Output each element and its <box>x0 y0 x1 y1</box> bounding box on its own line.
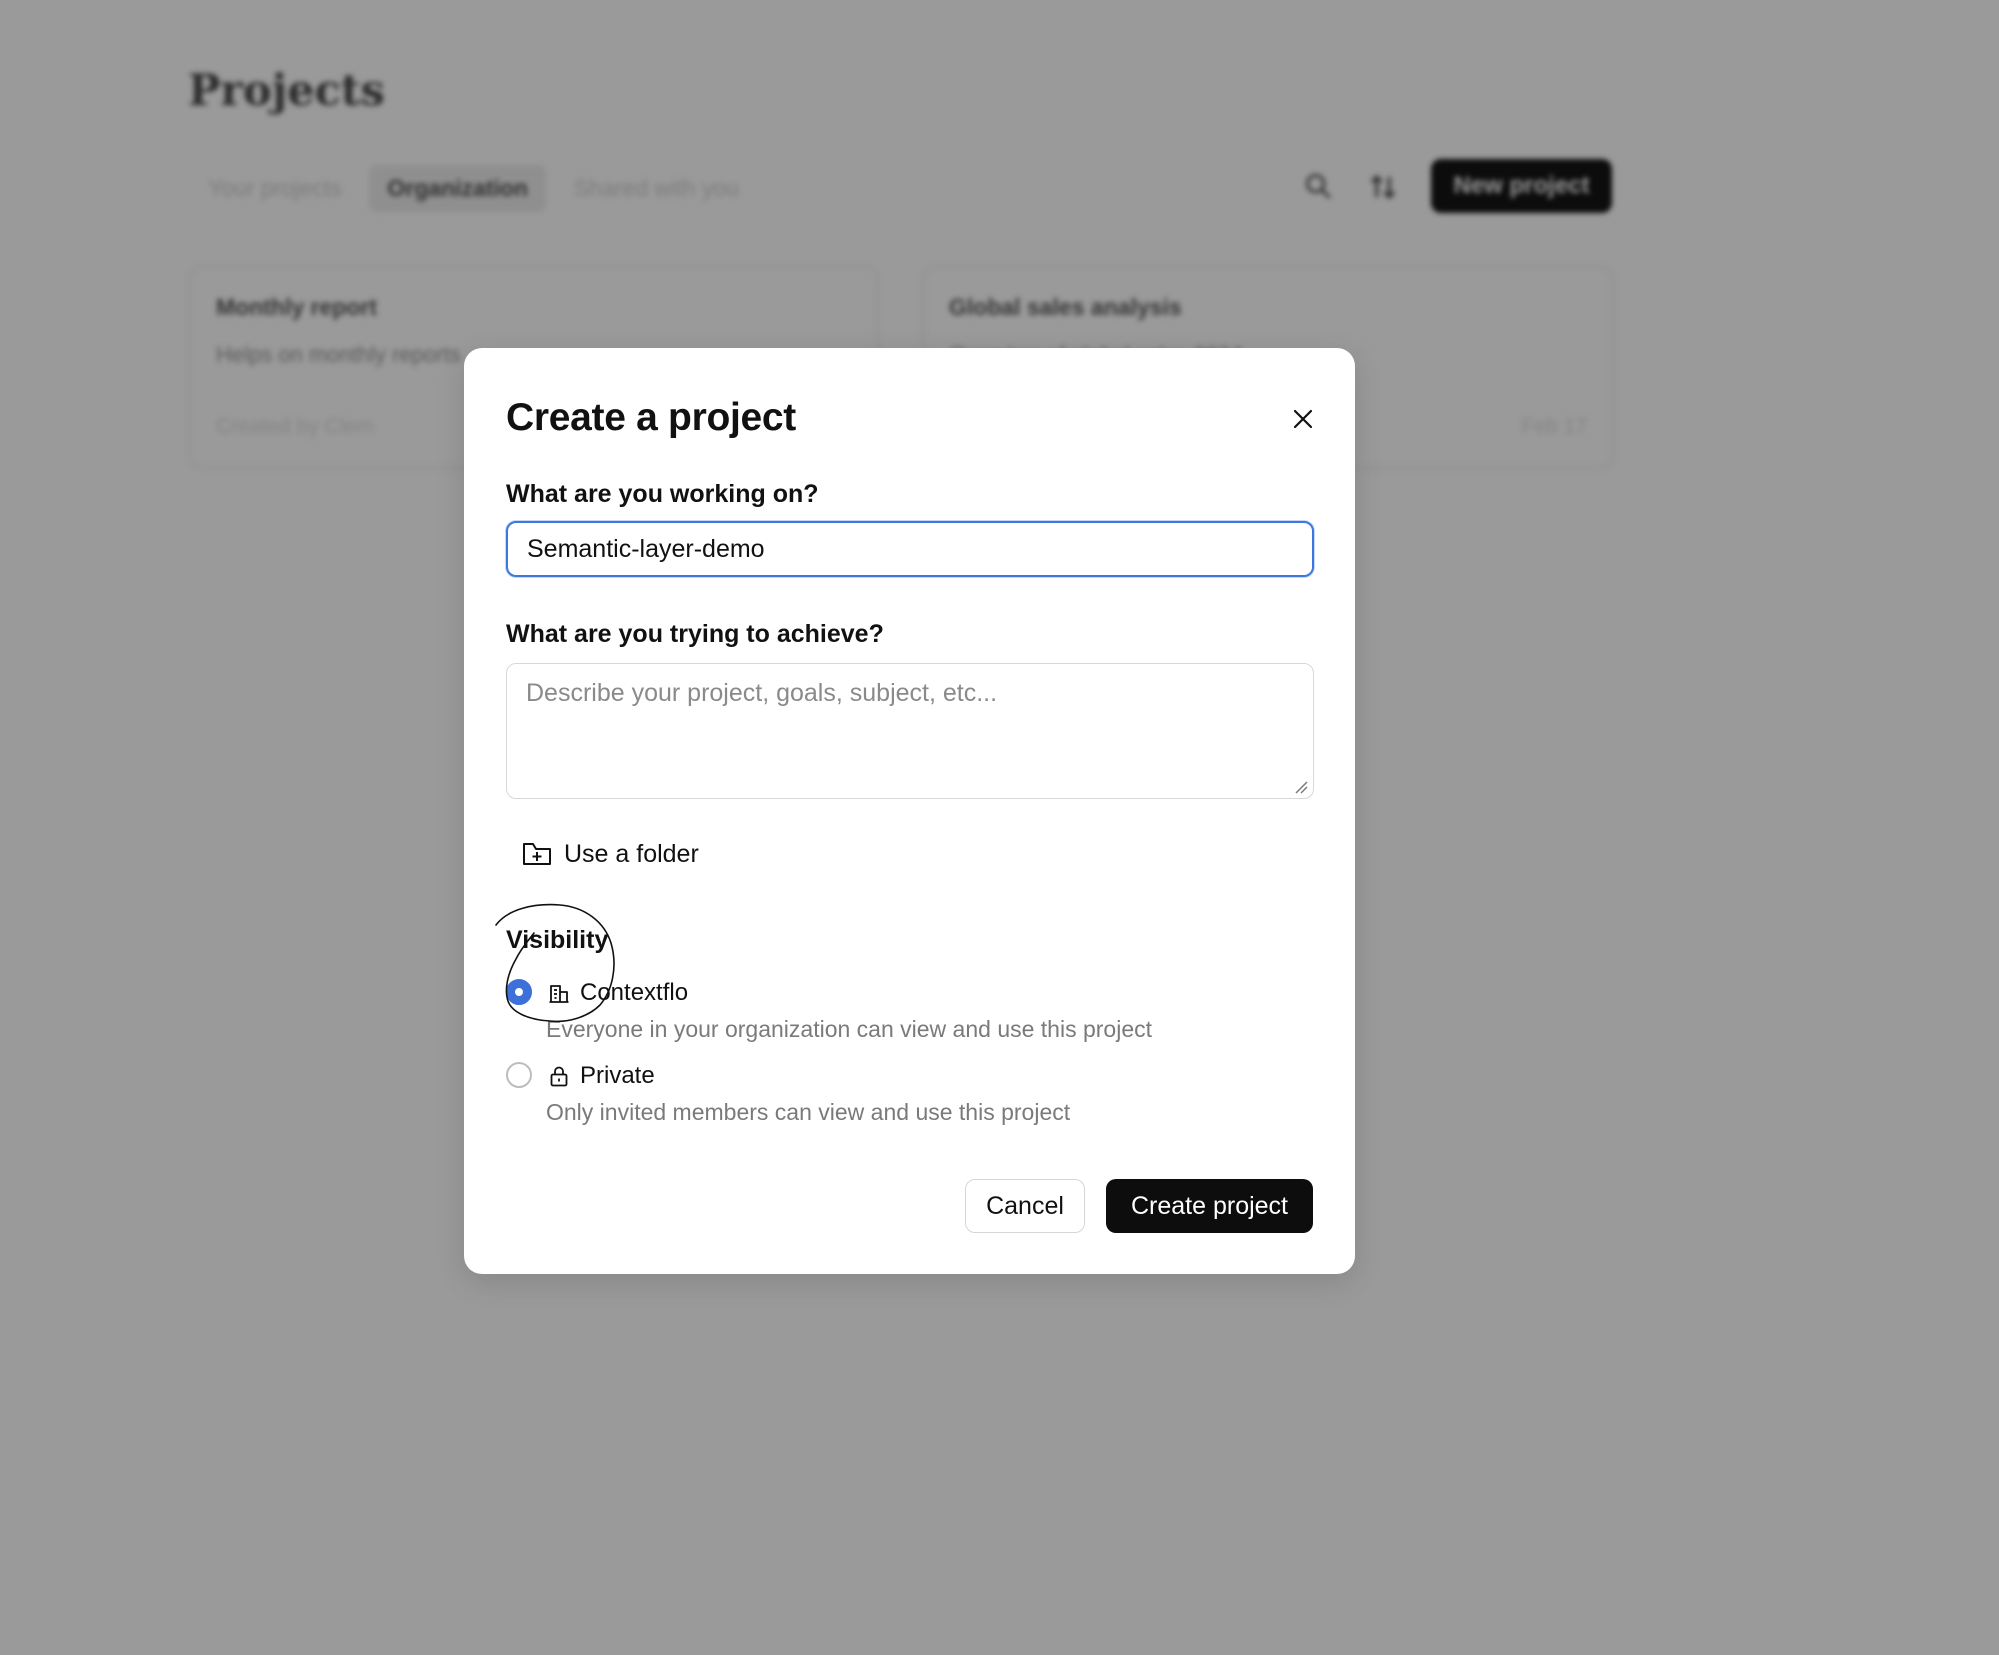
card-title: Global sales analysis <box>949 294 1182 320</box>
create-project-dialog: Create a project What are you working on… <box>464 348 1355 1274</box>
tab-shared-with-you[interactable]: Shared with you <box>556 165 757 212</box>
lock-icon <box>550 1066 568 1087</box>
folder-plus-icon <box>523 843 551 865</box>
sort-icon[interactable] <box>1368 172 1398 202</box>
dialog-title: Create a project <box>506 396 796 439</box>
visibility-option-name[interactable]: Contextflo <box>580 979 688 1007</box>
visibility-option-name[interactable]: Private <box>580 1062 655 1090</box>
project-description-input[interactable] <box>506 663 1314 799</box>
visibility-label: Visibility <box>506 926 609 954</box>
search-icon[interactable] <box>1304 172 1332 200</box>
visibility-option-description: Only invited members can view and use th… <box>546 1099 1071 1125</box>
resize-handle-icon[interactable] <box>1294 780 1308 794</box>
card-author: Created by Clem <box>216 415 374 438</box>
tab-organization[interactable]: Organization <box>369 164 546 212</box>
card-title: Monthly report <box>216 294 377 320</box>
project-name-input[interactable] <box>506 521 1314 577</box>
use-folder-label: Use a folder <box>564 839 699 868</box>
card-description: Helps on monthly reports <box>216 342 461 367</box>
visibility-radio-private[interactable] <box>506 1062 532 1088</box>
building-icon <box>549 985 569 1003</box>
new-project-button[interactable]: New project <box>1431 159 1612 213</box>
close-button[interactable] <box>1284 400 1322 438</box>
project-name-label: What are you working on? <box>506 480 819 508</box>
project-tabs: Your projects Organization Shared with y… <box>190 164 757 212</box>
project-goal-label: What are you trying to achieve? <box>506 620 884 648</box>
visibility-option-description: Everyone in your organization can view a… <box>546 1016 1153 1042</box>
card-date: Feb 17 <box>1521 415 1587 438</box>
visibility-radio-organization[interactable] <box>506 979 532 1005</box>
create-project-button[interactable]: Create project <box>1106 1179 1313 1233</box>
page-title: Projects <box>188 66 385 116</box>
tab-your-projects[interactable]: Your projects <box>190 165 359 212</box>
cancel-button[interactable]: Cancel <box>965 1179 1085 1233</box>
close-icon <box>1293 409 1313 429</box>
use-folder-button[interactable]: Use a folder <box>522 832 699 876</box>
